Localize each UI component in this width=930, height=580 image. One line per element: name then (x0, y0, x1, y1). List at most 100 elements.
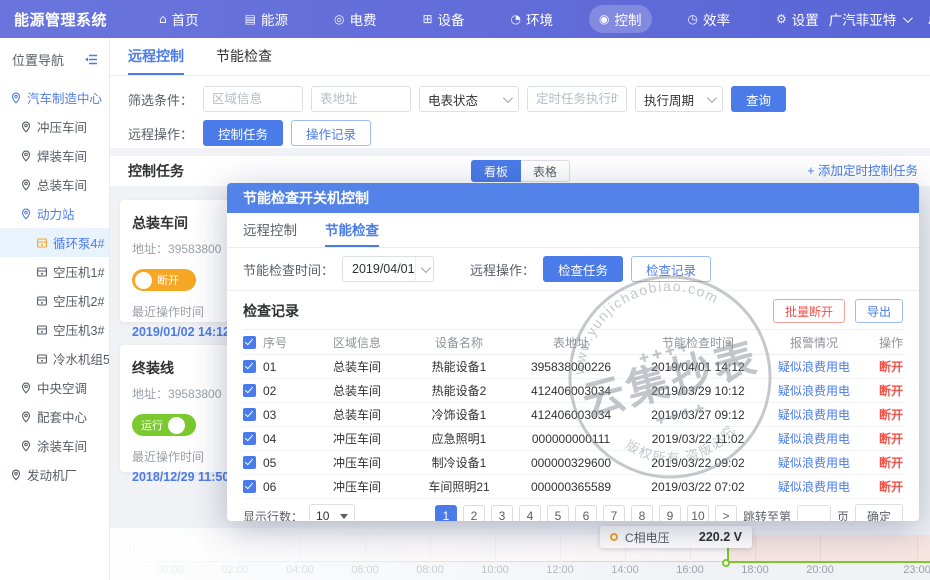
page-button[interactable]: 1 (435, 505, 457, 521)
dialog-tab-remote-control[interactable]: 远程控制 (243, 213, 297, 247)
page-button[interactable]: 10 (687, 505, 709, 521)
batch-disconnect-button[interactable]: 批量断开 (773, 299, 845, 323)
nav-item[interactable]: ◉ 控制 (589, 5, 651, 33)
tab-remote-control[interactable]: 远程控制 (128, 38, 184, 75)
row-checkbox[interactable] (243, 360, 256, 373)
control-task-button[interactable]: 控制任务 (203, 120, 283, 146)
power-toggle[interactable]: 运行 (132, 414, 196, 436)
nav-item[interactable]: ⚙ 设置 (766, 5, 829, 33)
nav-item[interactable]: ◎ 电费 (324, 5, 386, 33)
row-checkbox[interactable] (243, 408, 256, 421)
disconnect-link[interactable]: 断开 (879, 480, 903, 494)
tree-node[interactable]: 循环泵4# (0, 228, 109, 257)
row-checkbox[interactable] (243, 480, 256, 493)
alarm-link[interactable]: 疑似浪费用电 (778, 408, 850, 422)
page-button[interactable]: 9 (659, 505, 681, 521)
nav-item[interactable]: ◔ 环境 (501, 5, 563, 33)
nav-item[interactable]: ◷ 效率 (678, 5, 740, 33)
export-button[interactable]: 导出 (855, 299, 903, 323)
rows-per-page-select[interactable]: 10 (309, 504, 355, 521)
row-checkbox[interactable] (243, 384, 256, 397)
tree-node[interactable]: 动力站 (0, 199, 109, 228)
tree-node[interactable]: 空压机3# (0, 315, 109, 344)
tree-node[interactable]: 汽车制造中心 (0, 83, 109, 112)
add-scheduled-task-link[interactable]: + 添加定时控制任务 (807, 156, 918, 186)
page-button[interactable]: 4 (519, 505, 541, 521)
collapse-tree-icon[interactable] (84, 53, 99, 66)
disconnect-link[interactable]: 断开 (879, 456, 903, 470)
board-view-button[interactable]: 看板 (471, 160, 521, 182)
tree-node[interactable]: 焊装车间 (0, 141, 109, 170)
page-button[interactable]: 3 (491, 505, 513, 521)
check-date-select[interactable]: 2019/04/01 (342, 256, 434, 282)
exec-cycle-select[interactable]: 执行周期 (635, 86, 723, 112)
notification-bell-icon[interactable] (926, 10, 930, 28)
tree-node[interactable]: 空压机2# (0, 286, 109, 315)
gridline (365, 535, 366, 562)
meter-address-input[interactable] (311, 86, 411, 112)
tree-node[interactable]: 中央空调 (0, 373, 109, 402)
tab-energy-check[interactable]: 节能检查 (216, 38, 272, 75)
area-info-input[interactable] (203, 86, 303, 112)
disconnect-link[interactable]: 断开 (879, 360, 903, 374)
table-header-row: 序号 区域信息 设备名称 表地址 节能检查时间 报警情况 操作 (243, 330, 903, 355)
power-toggle[interactable]: 断开 (132, 269, 196, 291)
check-task-button[interactable]: 检查任务 (543, 256, 623, 282)
chevron-down-icon (503, 93, 513, 103)
alarm-link[interactable]: 疑似浪费用电 (778, 432, 850, 446)
page-button[interactable]: 7 (603, 505, 625, 521)
tree-node[interactable]: 空压机1# (0, 257, 109, 286)
tree-node[interactable]: 配套中心 (0, 402, 109, 431)
sidebar: 位置导航 汽车制造中心 冲压车间 (0, 38, 110, 580)
cell-address: 395838000226 (511, 355, 631, 379)
alarm-link[interactable]: 疑似浪费用电 (778, 384, 850, 398)
disconnect-link[interactable]: 断开 (879, 408, 903, 422)
cell-device: 制冷设备1 (407, 451, 511, 475)
nav-item-label: 首页 (172, 9, 199, 29)
page-button[interactable]: 2 (463, 505, 485, 521)
row-number: 03 (263, 408, 276, 422)
select-all-checkbox[interactable] (243, 336, 256, 349)
location-pin-icon (36, 295, 48, 307)
gridline (235, 535, 236, 562)
chevron-down-icon (415, 257, 433, 281)
alarm-link[interactable]: 疑似浪费用电 (778, 456, 850, 470)
table-view-button[interactable]: 表格 (521, 160, 570, 182)
row-checkbox[interactable] (243, 432, 256, 445)
disconnect-link[interactable]: 断开 (879, 432, 903, 446)
confirm-button[interactable]: 确定 (855, 504, 903, 521)
next-page-button[interactable]: > (715, 505, 737, 521)
nav-item[interactable]: ⌂ 首页 (149, 5, 209, 33)
tree-node[interactable]: 总装车间 (0, 170, 109, 199)
nav-item[interactable]: ▤ 能源 (235, 5, 298, 33)
row-number: 02 (263, 384, 276, 398)
table-row: 04 冲压车间 应急照明1 000000000111 2019/03/22 11… (243, 427, 903, 451)
page-button[interactable]: 8 (631, 505, 653, 521)
company-selector[interactable]: 广汽菲亚特 (829, 9, 911, 29)
tree-node[interactable]: 冲压车间 (0, 112, 109, 141)
check-record-button[interactable]: 检查记录 (631, 256, 711, 282)
location-pin-icon (36, 237, 48, 249)
task-time-input[interactable] (527, 86, 627, 112)
page-button[interactable]: 6 (575, 505, 597, 521)
nav-item[interactable]: ⊞ 设备 (412, 5, 474, 33)
tree-node[interactable]: 发动机厂 (0, 460, 109, 489)
tree-node-label: 冲压车间 (37, 117, 87, 136)
page-button[interactable]: 5 (547, 505, 569, 521)
cell-address: 412406003034 (511, 379, 631, 403)
jump-page-input[interactable] (797, 505, 831, 521)
cell-device: 冷饰设备1 (407, 403, 511, 427)
dialog-tab-energy-check[interactable]: 节能检查 (325, 213, 379, 247)
tree-node[interactable]: 冷水机组5# (0, 344, 109, 373)
meter-status-select[interactable]: 电表状态 (419, 86, 519, 112)
disconnect-link[interactable]: 断开 (879, 384, 903, 398)
table-row: 03 总装车间 冷饰设备1 412406003034 2019/03/27 09… (243, 403, 903, 427)
search-button[interactable]: 查询 (731, 86, 786, 112)
alarm-link[interactable]: 疑似浪费用电 (778, 480, 850, 494)
operation-record-button[interactable]: 操作记录 (291, 120, 371, 146)
alarm-link[interactable]: 疑似浪费用电 (778, 360, 850, 374)
nav-item-label: 设置 (792, 9, 819, 29)
cell-check-time: 2019/03/29 10:12 (631, 379, 765, 403)
tree-node[interactable]: 涂装车间 (0, 431, 109, 460)
row-checkbox[interactable] (243, 456, 256, 469)
